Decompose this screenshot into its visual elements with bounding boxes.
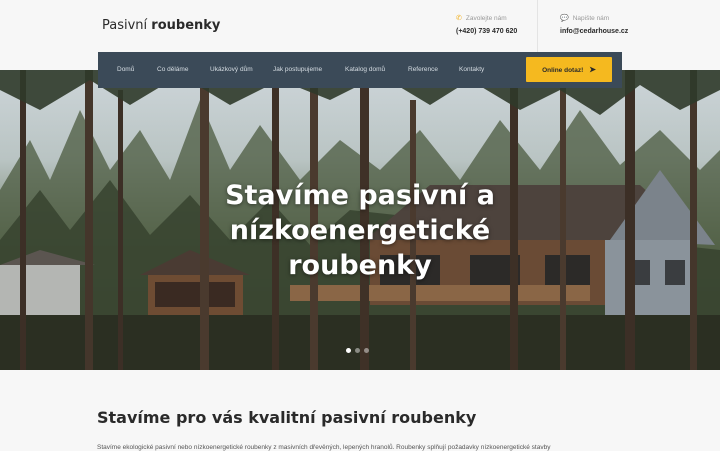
phone-label: Zavolejte nám (465, 15, 507, 22)
online-inquiry-label: Online dotaz! (542, 67, 584, 74)
paper-plane-icon: ➤ (589, 65, 596, 74)
phone-contact: ✆ Zavolejte nám (+420) 739 470 620 (456, 14, 517, 35)
site-logo[interactable]: Pasivní roubenky (102, 18, 220, 33)
nav-item-contacts[interactable]: Kontakty (459, 52, 484, 88)
section-heading: Stavíme pro vás kvalitní pasivní roubenk… (97, 408, 477, 427)
slider-dots (346, 340, 373, 358)
header-divider (537, 0, 538, 52)
online-inquiry-button[interactable]: Online dotaz! ➤ (526, 57, 612, 82)
main-navigation: Domů Co děláme Ukázkový dům Jak postupuj… (98, 52, 622, 88)
phone-number[interactable]: (+420) 739 470 620 (456, 28, 517, 35)
logo-bold-text: roubenky (151, 18, 221, 33)
nav-item-what-we-do[interactable]: Co děláme (157, 52, 188, 88)
intro-section: Stavíme pro vás kvalitní pasivní roubenk… (0, 370, 720, 451)
nav-item-how-we-proceed[interactable]: Jak postupujeme (273, 52, 322, 88)
chat-icon: 💬 (560, 15, 569, 22)
email-contact: 💬 Napište nám info@cedarhouse.cz (560, 14, 628, 35)
nav-item-model-house[interactable]: Ukázkový dům (210, 52, 253, 88)
nav-item-catalog[interactable]: Katalog domů (345, 52, 385, 88)
slider-dot-1[interactable] (346, 348, 351, 353)
phone-icon: ✆ (456, 15, 462, 22)
email-label: Napište nám (572, 15, 610, 22)
nav-item-references[interactable]: Reference (408, 52, 438, 88)
slider-dot-3[interactable] (364, 348, 369, 353)
hero-title: Stavíme pasivní a nízkoenergetické roube… (110, 178, 610, 283)
slider-dot-2[interactable] (355, 348, 360, 353)
hero-title-line-1: Stavíme pasivní a nízkoenergetické (225, 180, 495, 246)
nav-item-home[interactable]: Domů (117, 52, 134, 88)
hero-title-line-2: roubenky (288, 250, 432, 281)
hero-slider: Stavíme pasivní a nízkoenergetické roube… (0, 70, 720, 370)
logo-light-text: Pasivní (102, 18, 148, 33)
email-address[interactable]: info@cedarhouse.cz (560, 28, 628, 35)
